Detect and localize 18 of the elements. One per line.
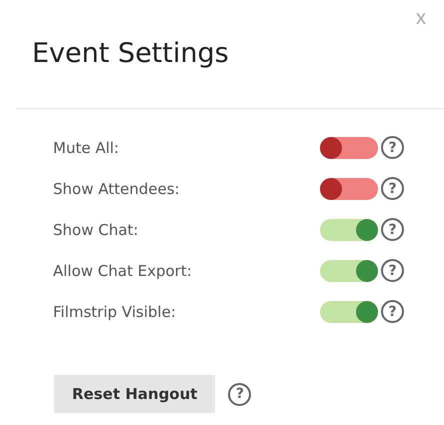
setting-label: Show Chat: <box>53 220 140 238</box>
help-icon[interactable]: ? <box>381 300 404 323</box>
toggle-switch[interactable] <box>320 260 378 282</box>
help-icon[interactable]: ? <box>381 259 404 282</box>
help-icon[interactable]: ? <box>381 136 404 159</box>
setting-label: Show Attendees: <box>53 180 181 198</box>
help-icon[interactable]: ? <box>228 382 252 406</box>
help-icon[interactable]: ? <box>381 218 404 241</box>
toggle-switch[interactable] <box>320 136 378 158</box>
setting-label: Allow Chat Export: <box>53 262 193 280</box>
dialog-title: Event Settings <box>32 37 230 71</box>
help-icon[interactable]: ? <box>381 177 404 200</box>
toggle-switch[interactable] <box>320 178 378 200</box>
toggle-switch[interactable] <box>320 218 378 240</box>
toggle-switch[interactable] <box>320 300 378 322</box>
setting-label: Filmstrip Visible: <box>53 302 177 320</box>
setting-label: Mute All: <box>53 138 120 156</box>
reset-button[interactable]: Reset Hangout <box>54 375 216 413</box>
